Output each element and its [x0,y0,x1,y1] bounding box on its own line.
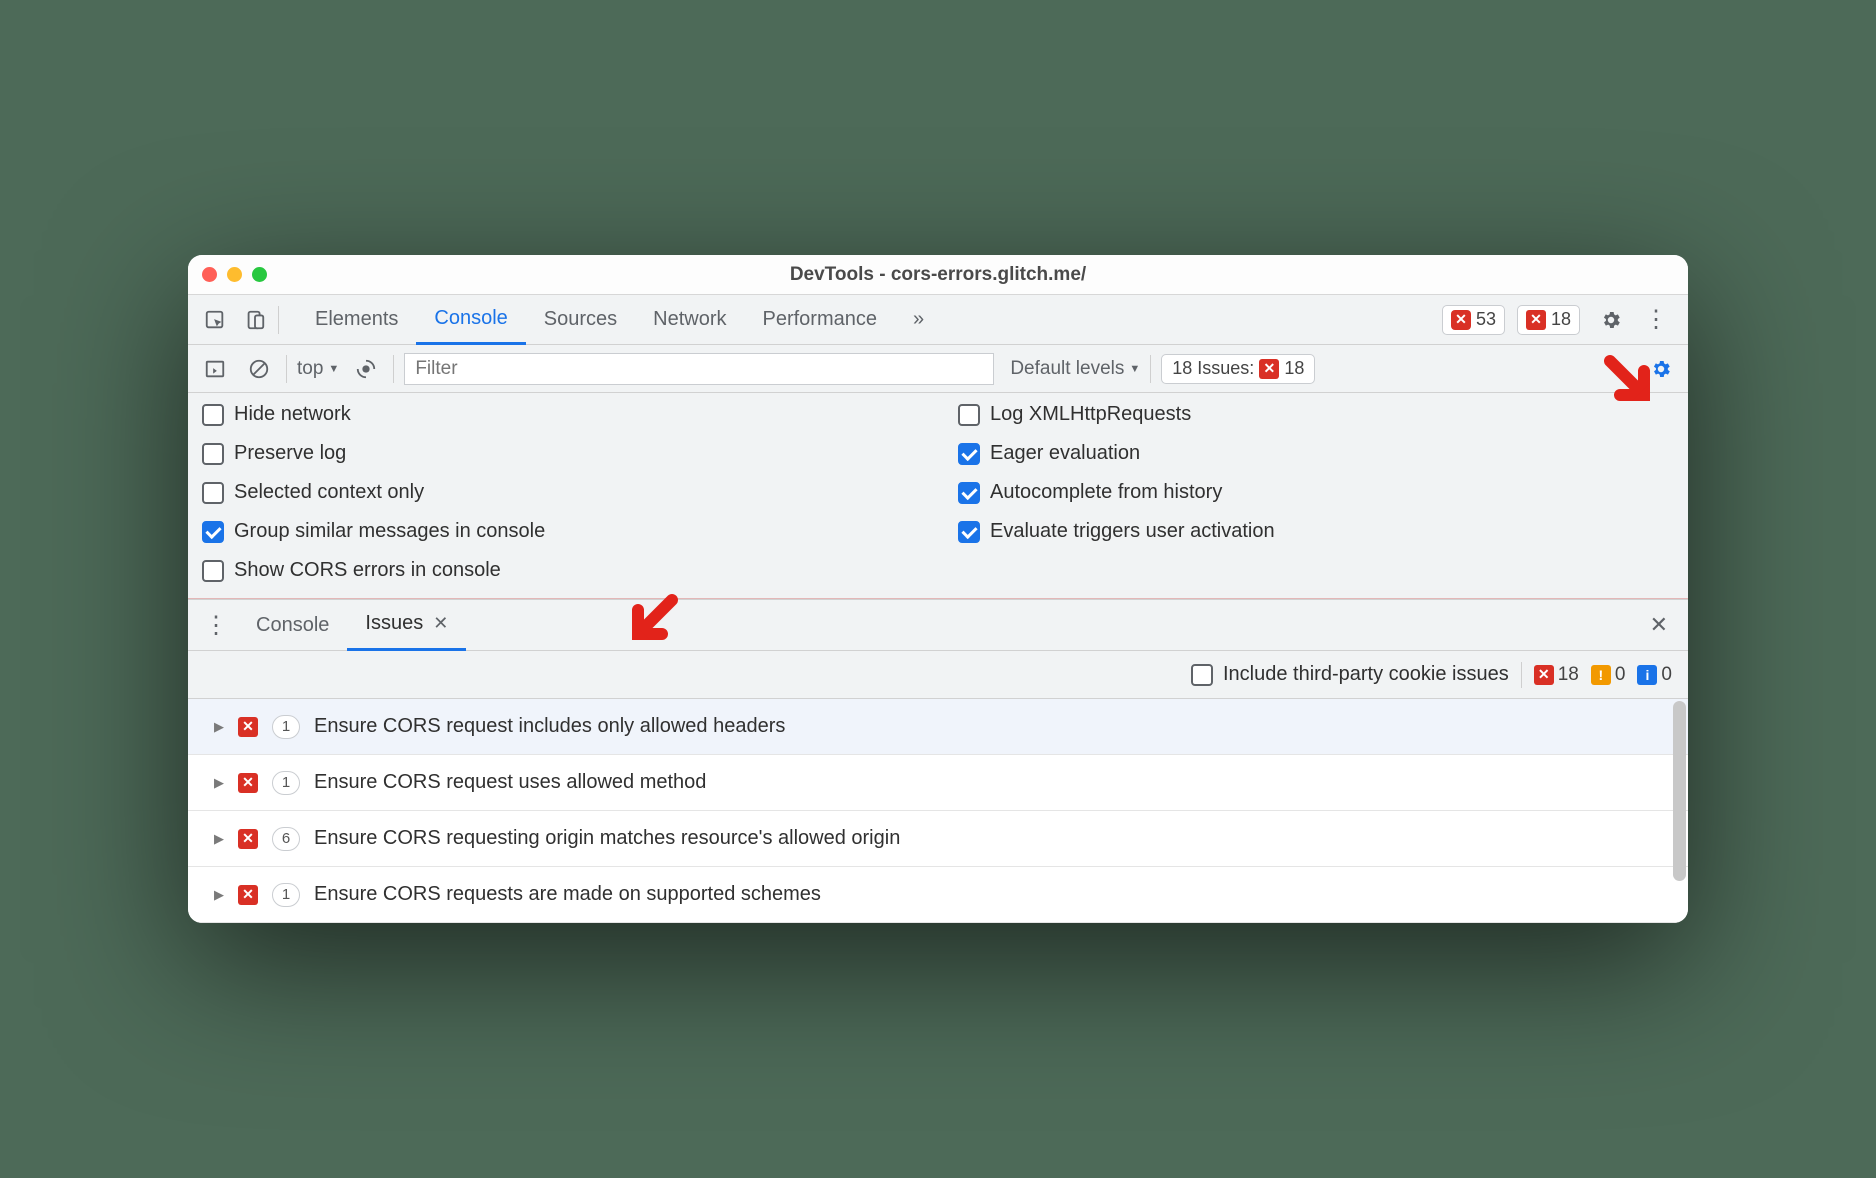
setting-hide-network[interactable]: Hide network [202,403,918,426]
filter-input[interactable] [404,353,994,385]
issue-row[interactable]: ▶ ✕ 6 Ensure CORS requesting origin matc… [188,811,1688,867]
tab-performance[interactable]: Performance [745,295,896,345]
inspect-icon[interactable] [198,303,232,337]
divider [1150,355,1151,383]
issue-icon: ✕ [238,885,258,905]
issue-count-pill: 1 [272,883,300,907]
settings-gear-icon[interactable] [1594,303,1628,337]
checkbox-icon[interactable] [202,404,224,426]
drawer-close-icon[interactable]: ✕ [1636,612,1682,638]
disclosure-icon[interactable]: ▶ [214,887,224,903]
issue-count-pill: 6 [272,827,300,851]
issues-toolbar: Include third-party cookie issues ✕18 !0… [188,651,1688,699]
error-msg-icon: ✕ [1534,665,1554,685]
tabs-overflow[interactable]: » [895,295,942,345]
error-count-chip[interactable]: ✕ 53 [1442,305,1505,335]
issue-title: Ensure CORS request uses allowed method [314,771,706,794]
context-dropdown[interactable]: top ▼ [297,358,339,380]
checkbox-icon[interactable] [958,404,980,426]
issues-chip-count: 18 [1284,358,1304,379]
drawer-tab-console[interactable]: Console [238,599,347,651]
setting-selected-context[interactable]: Selected context only [202,481,918,504]
setting-evaluate-triggers[interactable]: Evaluate triggers user activation [958,520,1674,543]
issues-red-count[interactable]: ✕18 [1534,664,1579,686]
tab-network[interactable]: Network [635,295,744,345]
kebab-menu-icon[interactable]: ⋮ [1634,305,1678,334]
clear-console-icon[interactable] [242,352,276,386]
setting-log-xhr[interactable]: Log XMLHttpRequests [958,403,1674,426]
issues-blue-count[interactable]: i0 [1637,664,1672,686]
divider [393,355,394,383]
drawer-kebab-icon[interactable]: ⋮ [194,611,238,640]
checkbox-icon[interactable] [202,560,224,582]
checkbox-checked-icon[interactable] [958,443,980,465]
checkbox-checked-icon[interactable] [202,521,224,543]
levels-dropdown[interactable]: Default levels ▼ [1010,358,1140,380]
setting-preserve-log[interactable]: Preserve log [202,442,918,465]
levels-label: Default levels [1010,358,1124,380]
scrollbar[interactable] [1673,701,1686,881]
msg-error-icon: ✕ [1526,310,1546,330]
issues-chip-label: 18 Issues: [1172,358,1254,379]
window-title: DevTools - cors-errors.glitch.me/ [188,264,1688,286]
issue-icon: ✕ [238,773,258,793]
annotation-arrow-icon [624,592,680,653]
issue-row[interactable]: ▶ ✕ 1 Ensure CORS request uses allowed m… [188,755,1688,811]
checkbox-icon[interactable] [202,482,224,504]
device-toggle-icon[interactable] [238,303,272,337]
close-tab-icon[interactable]: ✕ [433,613,448,634]
annotation-arrow-icon [1602,353,1658,414]
main-tabs: Elements Console Sources Network Perform… [297,295,942,345]
msg-error-count: 18 [1551,309,1571,330]
console-settings-panel: Hide network Preserve log Selected conte… [188,393,1688,599]
drawer-tab-issues[interactable]: Issues ✕ [347,599,466,651]
checkbox-icon[interactable] [202,443,224,465]
issue-title: Ensure CORS requests are made on support… [314,883,821,906]
disclosure-icon[interactable]: ▶ [214,775,224,791]
disclosure-icon[interactable]: ▶ [214,719,224,735]
error-count: 53 [1476,309,1496,330]
setting-eager-eval[interactable]: Eager evaluation [958,442,1674,465]
devtools-window: DevTools - cors-errors.glitch.me/ Elemen… [188,255,1688,923]
titlebar: DevTools - cors-errors.glitch.me/ [188,255,1688,295]
warning-msg-icon: ! [1591,665,1611,685]
issue-icon: ✕ [238,717,258,737]
include-third-party[interactable]: Include third-party cookie issues [1191,663,1509,686]
sidebar-toggle-icon[interactable] [198,352,232,386]
setting-group-similar[interactable]: Group similar messages in console [202,520,918,543]
live-expression-icon[interactable] [349,352,383,386]
chevron-down-icon: ▼ [328,363,339,375]
main-tabbar: Elements Console Sources Network Perform… [188,295,1688,345]
issue-count-pill: 1 [272,771,300,795]
issue-count-pill: 1 [272,715,300,739]
issues-chip[interactable]: 18 Issues: ✕ 18 [1161,354,1315,384]
checkbox-checked-icon[interactable] [958,521,980,543]
tab-elements[interactable]: Elements [297,295,416,345]
chevron-down-icon: ▼ [1129,363,1140,375]
checkbox-checked-icon[interactable] [958,482,980,504]
issue-title: Ensure CORS requesting origin matches re… [314,827,900,850]
msg-error-chip[interactable]: ✕ 18 [1517,305,1580,335]
error-icon: ✕ [1451,310,1471,330]
divider [286,355,287,383]
disclosure-icon[interactable]: ▶ [214,831,224,847]
console-toolbar: top ▼ Default levels ▼ 18 Issues: ✕ 18 [188,345,1688,393]
issue-row[interactable]: ▶ ✕ 1 Ensure CORS requests are made on s… [188,867,1688,923]
issues-orange-count[interactable]: !0 [1591,664,1626,686]
issue-icon: ✕ [238,829,258,849]
tab-console[interactable]: Console [416,295,525,345]
checkbox-icon[interactable] [1191,664,1213,686]
divider [278,306,279,334]
setting-show-cors[interactable]: Show CORS errors in console [202,559,918,582]
issues-list: ▶ ✕ 1 Ensure CORS request includes only … [188,699,1688,923]
tab-sources[interactable]: Sources [526,295,635,345]
issue-title: Ensure CORS request includes only allowe… [314,715,785,738]
setting-autocomplete-history[interactable]: Autocomplete from history [958,481,1674,504]
drawer-tabbar: ⋮ Console Issues ✕ ✕ [188,599,1688,651]
issues-chip-icon: ✕ [1259,359,1279,379]
context-label: top [297,358,323,380]
info-msg-icon: i [1637,665,1657,685]
issue-row[interactable]: ▶ ✕ 1 Ensure CORS request includes only … [188,699,1688,755]
